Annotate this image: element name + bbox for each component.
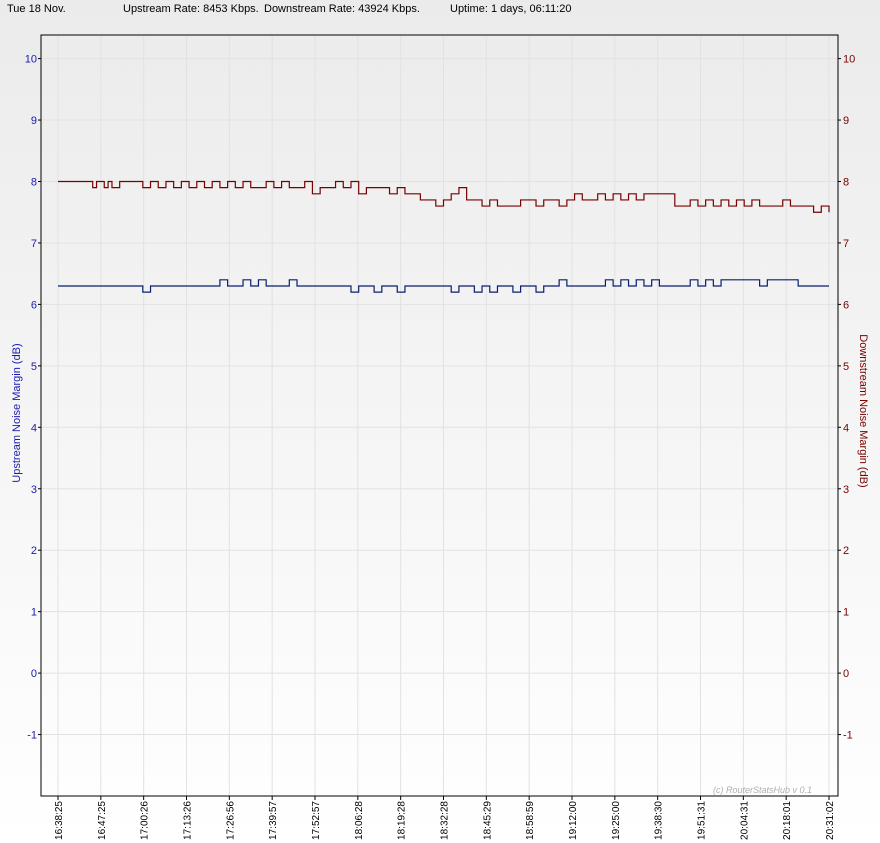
credit-label: (c) RouterStatsHub v 0.1	[713, 785, 812, 795]
right-axis-title: Downstream Noise Margin (dB)	[857, 334, 869, 487]
x-tick-label: 18:45:29	[482, 801, 493, 840]
x-tick-label: 17:26:56	[225, 801, 236, 840]
right-tick-label: 3	[843, 484, 849, 496]
x-tick-label: 18:32:28	[440, 801, 451, 840]
x-tick-label: 19:51:31	[697, 801, 708, 840]
x-tick-label: 18:19:28	[397, 801, 408, 840]
right-tick-label: 6	[843, 299, 849, 311]
left-tick-label: 10	[25, 54, 37, 66]
right-tick-label: 5	[843, 361, 849, 373]
right-tick-label: 2	[843, 545, 849, 557]
right-tick-label: 9	[843, 115, 849, 127]
right-tick-label: -1	[843, 730, 853, 742]
x-tick-label: 20:04:31	[739, 801, 750, 840]
right-tick-label: 10	[843, 54, 855, 66]
left-tick-label: 8	[31, 177, 37, 189]
right-tick-label: 8	[843, 177, 849, 189]
grid-lines	[41, 35, 838, 796]
right-y-axis: 109876543210-1	[838, 54, 855, 742]
left-tick-label: 5	[31, 361, 37, 373]
left-tick-label: 7	[31, 238, 37, 250]
right-tick-label: 0	[843, 668, 849, 680]
right-tick-label: 1	[843, 607, 849, 619]
x-tick-label: 20:31:02	[825, 801, 836, 840]
x-tick-label: 16:38:25	[54, 801, 65, 840]
x-tick-label: 16:47:25	[97, 801, 108, 840]
x-tick-label: 18:06:28	[354, 801, 365, 840]
left-tick-label: 1	[31, 607, 37, 619]
x-axis: 16:38:25 16:47:25 17:00:26 17:13:26 17:26:56…	[54, 796, 836, 840]
x-tick-label: 17:13:26	[183, 801, 194, 840]
x-tick-label: 17:52:57	[311, 801, 322, 840]
left-tick-label: 4	[31, 422, 37, 434]
left-tick-label: 0	[31, 668, 37, 680]
left-tick-label: -1	[27, 730, 37, 742]
x-tick-label: 17:39:57	[268, 801, 279, 840]
x-tick-label: 19:12:00	[568, 801, 579, 840]
x-tick-label: 19:38:30	[654, 801, 665, 840]
x-tick-label: 20:18:01	[782, 801, 793, 840]
left-tick-label: 2	[31, 545, 37, 557]
x-tick-label: 19:25:00	[611, 801, 622, 840]
x-tick-label: 18:58:59	[525, 801, 536, 840]
plot-area	[40, 34, 839, 797]
right-tick-label: 7	[843, 238, 849, 250]
left-tick-label: 6	[31, 299, 37, 311]
x-tick-label: 17:00:26	[140, 801, 151, 840]
left-y-axis: 109876543210-1	[25, 54, 41, 742]
right-tick-label: 4	[843, 422, 849, 434]
left-tick-label: 3	[31, 484, 37, 496]
noise-margin-chart: 109876543210-1 109876543210-1 16:38:25 16…	[11, 34, 869, 840]
left-tick-label: 9	[31, 115, 37, 127]
left-axis-title: Upstream Noise Margin (dB)	[11, 343, 23, 482]
